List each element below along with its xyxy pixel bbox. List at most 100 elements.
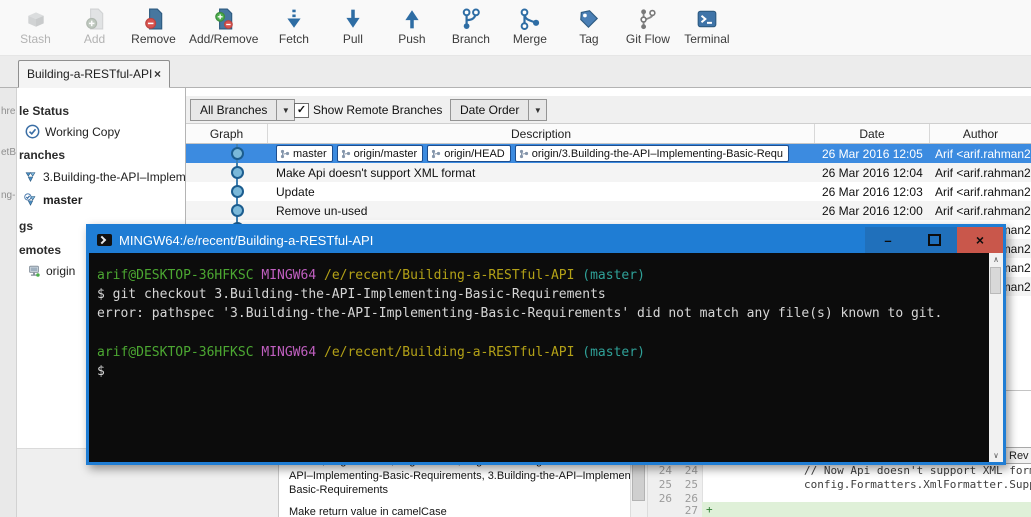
chevron-down-icon[interactable]: ▼	[529, 99, 548, 121]
branch-icon	[280, 149, 290, 158]
branch-label-chip[interactable]: origin/3.Building-the-API–Implementing-B…	[514, 145, 790, 162]
column-header-description[interactable]: Description	[268, 124, 815, 143]
toolbar-button-remove[interactable]: Remove	[124, 4, 183, 47]
toolbar-label: Pull	[342, 32, 363, 46]
diff-old-line-number: 24	[658, 464, 672, 477]
toolbar-button-add-remove[interactable]: Add/Remove	[183, 4, 264, 47]
background-text-fragment: ng-	[1, 190, 16, 201]
diff-old-line-number: 25	[658, 478, 672, 491]
sidebar-item-working-copy[interactable]: Working Copy	[25, 124, 120, 139]
show-remote-branches-label: Show Remote Branches	[313, 103, 443, 117]
commit-author: Arif <arif.rahman2	[935, 146, 1031, 161]
sourcetree-window: Stash Add Remove Add/Remove Fetch Pull P…	[0, 0, 1031, 517]
commit-row[interactable]: Make Api doesn't support XML format 26 M…	[186, 163, 1031, 182]
toolbar-button-push[interactable]: Push	[382, 4, 441, 47]
sidebar-item-label: origin	[46, 264, 76, 278]
maximize-button[interactable]	[911, 227, 957, 253]
toolbar-button-pull[interactable]: Pull	[323, 4, 382, 47]
sidebar-item-branch-feature[interactable]: 3.Building-the-API–Impleme	[23, 170, 186, 184]
toolbar-button-branch[interactable]: Branch	[441, 4, 500, 47]
branch-label-chip[interactable]: master	[276, 145, 333, 162]
diff-new-line-number: 27	[684, 504, 698, 517]
tag-icon	[578, 5, 600, 32]
gitflow-icon	[637, 5, 659, 32]
sort-order-dropdown[interactable]: Date Order ▼	[450, 99, 548, 121]
terminal-titlebar[interactable]: MINGW64:/e/recent/Building-a-RESTful-API…	[89, 227, 1003, 253]
close-icon: ×	[975, 232, 985, 248]
branch-filter-dropdown[interactable]: All Branches ▼	[190, 99, 296, 121]
terminal-scrollbar[interactable]: ∧ ∨	[989, 253, 1003, 462]
commit-graph-node	[231, 166, 244, 179]
fetch-icon	[283, 5, 305, 32]
commit-message-line: Make return value in camelCase	[289, 506, 447, 517]
reverse-hunk-button[interactable]: Rev	[1002, 447, 1031, 464]
commit-message: Make Api doesn't support XML format	[276, 165, 476, 180]
commit-branch-labels: master origin/master origin/HEAD origin/…	[268, 144, 815, 163]
diff-new-line-number: 24	[684, 464, 698, 477]
commit-date: 26 Mar 2016 12:04	[822, 165, 923, 180]
column-header-author[interactable]: Author	[930, 124, 1031, 143]
diff-old-line-number: 26	[658, 492, 672, 505]
tab-building-a-restful-api[interactable]: Building-a-RESTful-API ×	[18, 60, 170, 88]
toolbar-label: Terminal	[684, 32, 730, 46]
toolbar-label: Add/Remove	[189, 32, 259, 46]
branch-label-chip[interactable]: origin/master	[336, 145, 424, 162]
toolbar-label: Remove	[131, 32, 176, 46]
scrollbar-thumb[interactable]	[990, 267, 1001, 294]
maximize-icon	[927, 234, 941, 246]
tab-title: Building-a-RESTful-API	[27, 67, 153, 81]
sidebar-header-tags: gs	[19, 219, 34, 233]
terminal-cursor-line: $	[97, 363, 105, 379]
commit-author: Arif <arif.rahman2	[935, 184, 1031, 199]
column-header-date[interactable]: Date	[815, 124, 930, 143]
tab-close-icon[interactable]: ×	[154, 67, 161, 81]
branch-label-chip[interactable]: origin/HEAD	[427, 145, 511, 162]
sort-order-label: Date Order	[450, 99, 530, 121]
commit-labels-line: API–Implementing-Basic-Requirements, 3.B…	[289, 470, 630, 482]
toolbar-button-merge[interactable]: Merge	[500, 4, 559, 47]
sidebar-item-remote-origin[interactable]: origin	[27, 264, 75, 278]
toolbar-button-add[interactable]: Add	[65, 4, 124, 47]
scroll-down-icon[interactable]: ∨	[989, 449, 1003, 462]
toolbar-label: Tag	[579, 32, 599, 46]
terminal-prompt-line: arif@DESKTOP-36HFKSC MINGW64 /e/recent/B…	[97, 344, 645, 360]
pull-icon	[342, 5, 364, 32]
add-icon	[84, 5, 106, 32]
column-header-graph[interactable]: Graph	[186, 124, 268, 143]
commit-row[interactable]: Remove un-used 26 Mar 2016 12:00 Arif <a…	[186, 201, 1031, 220]
commit-row[interactable]: Update 26 Mar 2016 12:03 Arif <arif.rahm…	[186, 182, 1031, 201]
sidebar-item-label: 3.Building-the-API–Impleme	[43, 170, 186, 184]
toolbar-button-stash[interactable]: Stash	[6, 4, 65, 47]
terminal-title: MINGW64:/e/recent/Building-a-RESTful-API	[119, 232, 374, 248]
sidebar-header-branches: ranches	[19, 148, 66, 162]
remove-icon	[143, 5, 165, 32]
terminal-error-line: error: pathspec '3.Building-the-API-Impl…	[97, 306, 943, 322]
sidebar-header-remotes: emotes	[19, 243, 62, 257]
commit-author: Arif <arif.rahman2	[935, 203, 1031, 218]
show-remote-branches-checkbox[interactable]: ✓	[294, 103, 309, 118]
working-copy-icon	[25, 124, 40, 139]
git-bash-window[interactable]: MINGW64:/e/recent/Building-a-RESTful-API…	[86, 224, 1006, 465]
commit-graph-node	[231, 204, 244, 217]
sidebar-item-label: master	[43, 193, 83, 207]
toolbar-button-tag[interactable]: Tag	[559, 4, 618, 47]
sidebar-item-branch-master[interactable]: master	[23, 193, 82, 207]
commit-date: 26 Mar 2016 12:03	[822, 184, 923, 199]
toolbar-button-fetch[interactable]: Fetch	[264, 4, 323, 47]
terminal-output[interactable]: arif@DESKTOP-36HFKSC MINGW64 /e/recent/B…	[89, 253, 1003, 462]
commit-graph-node	[231, 147, 244, 160]
commit-date: 26 Mar 2016 12:00	[822, 203, 923, 218]
toolbar-button-gitflow[interactable]: Git Flow	[618, 4, 677, 47]
add-remove-icon	[213, 5, 235, 32]
commit-row-selected[interactable]: master origin/master origin/HEAD origin/…	[186, 144, 1031, 163]
minimize-button[interactable]: –	[865, 227, 911, 253]
sidebar-item-label: Working Copy	[45, 124, 121, 139]
close-button[interactable]: ×	[957, 227, 1003, 253]
terminal-command-line: $ git checkout 3.Building-the-API-Implem…	[97, 287, 606, 303]
history-table-header: Graph Description Date Author	[186, 124, 1031, 144]
chevron-down-icon[interactable]: ▼	[277, 99, 296, 121]
branch-icon	[460, 5, 482, 32]
toolbar-button-terminal[interactable]: Terminal	[677, 4, 736, 47]
branch-icon	[341, 149, 350, 158]
scroll-up-icon[interactable]: ∧	[989, 253, 1003, 266]
